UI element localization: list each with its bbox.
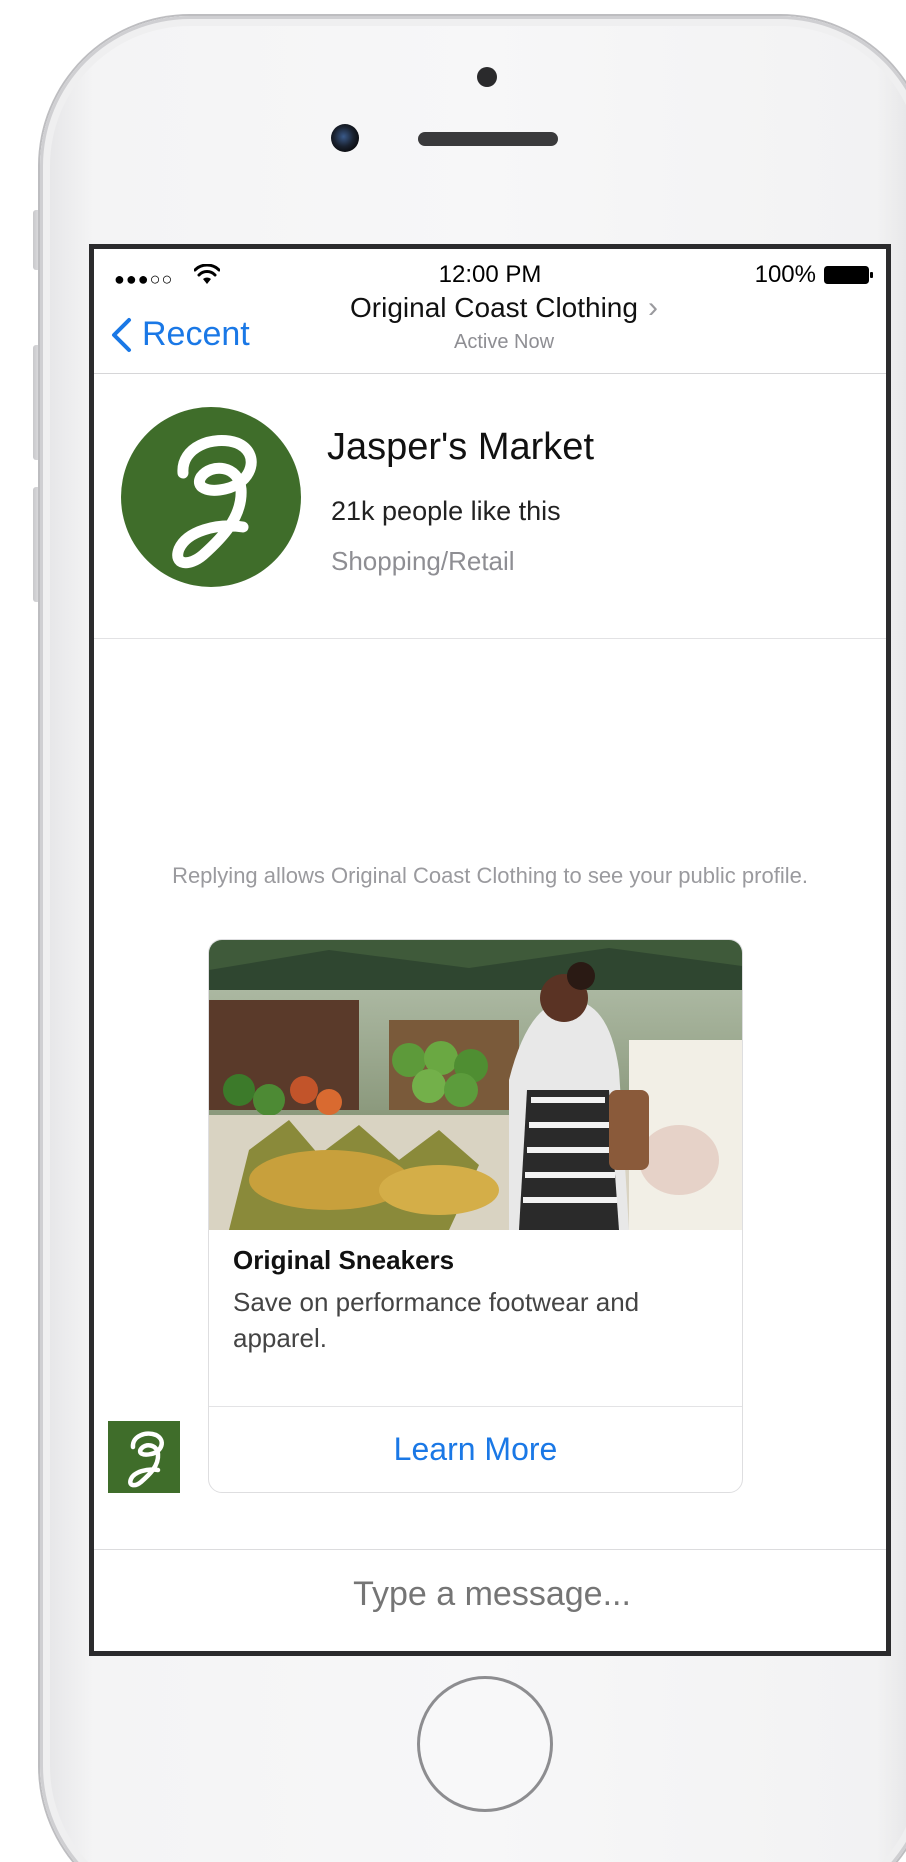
home-button[interactable] [417, 1676, 553, 1812]
conversation-title: Original Coast Clothing › [350, 291, 658, 325]
privacy-notice: Replying allows Original Coast Clothing … [172, 863, 808, 888]
card-title: Original Sneakers [233, 1245, 455, 1275]
page-info-header[interactable]: Jasper's Market 21k people like this Sho… [94, 374, 886, 639]
message-composer [94, 1549, 886, 1651]
earpiece-speaker [418, 132, 558, 146]
page-likes: 21k people like this [331, 496, 561, 526]
title-chevron-icon: › [647, 291, 658, 324]
card-description: Save on performance footwear and apparel… [233, 1287, 640, 1353]
battery-icon [824, 266, 873, 284]
conversation-title-area[interactable]: Original Coast Clothing › Active Now [274, 291, 734, 354]
page-category: Shopping/Retail [331, 546, 515, 576]
messenger-screen: ●●●○○ 12:00 PM 100% Recent Original Coas… [89, 244, 891, 1656]
page-name: Jasper's Market [327, 426, 595, 468]
conversation-title-text: Original Coast Clothing [350, 292, 638, 323]
proximity-sensor [477, 67, 497, 87]
battery-percent: 100% [754, 261, 816, 288]
jasper-logo-icon [121, 407, 301, 587]
generic-template-card[interactable]: Original Sneakers Save on performance fo… [208, 939, 743, 1493]
market-photo[interactable] [209, 940, 742, 1230]
learn-more-button[interactable]: Learn More [209, 1407, 742, 1492]
status-bar: ●●●○○ 12:00 PM 100% [94, 249, 886, 289]
front-camera [331, 124, 359, 152]
back-button-label: Recent [142, 315, 250, 353]
sender-avatar[interactable] [108, 1421, 180, 1493]
presence-status: Active Now [453, 331, 555, 353]
back-chevron-icon [112, 317, 131, 352]
device-stage: ●●●○○ 12:00 PM 100% Recent Original Coas… [0, 0, 906, 1862]
message-input[interactable] [94, 1574, 886, 1615]
navigation-bar: Recent Original Coast Clothing › Active … [94, 289, 886, 374]
back-button[interactable]: Recent [110, 315, 250, 354]
